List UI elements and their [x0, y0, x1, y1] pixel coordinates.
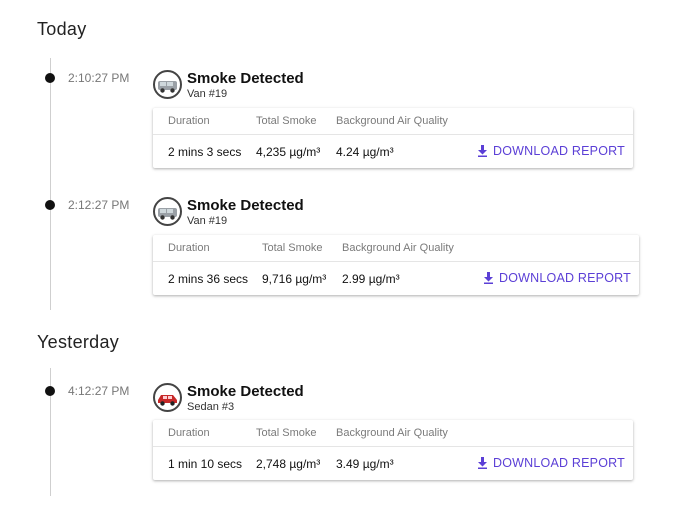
- van-icon: [153, 70, 182, 99]
- timeline-line: [50, 58, 51, 310]
- duration-header: Duration: [168, 427, 210, 439]
- vehicle-label: Van #19: [187, 215, 228, 227]
- download-icon: [478, 457, 487, 469]
- sedan-icon: [153, 383, 182, 412]
- background-air-quality-header: Background Air Quality: [336, 115, 448, 127]
- total-smoke-value: 2,748 µg/m³: [256, 457, 321, 471]
- event-header: Smoke Detected Van #19: [153, 70, 453, 104]
- event-time: 2:10:27 PM: [68, 71, 130, 85]
- download-report-button[interactable]: DOWNLOAD REPORT: [477, 141, 625, 161]
- download-report-button[interactable]: DOWNLOAD REPORT: [483, 268, 631, 288]
- background-air-quality-value: 2.99 µg/m³: [342, 272, 400, 286]
- event-title: Smoke Detected: [187, 70, 304, 87]
- background-air-quality-value: 4.24 µg/m³: [336, 145, 394, 159]
- section-title-today: Today: [37, 19, 87, 39]
- timeline-dot: [45, 386, 55, 396]
- total-smoke-header: Total Smoke: [256, 115, 317, 127]
- download-report-label: DOWNLOAD REPORT: [499, 271, 631, 285]
- duration-value: 2 mins 36 secs: [168, 272, 249, 286]
- event-header: Smoke Detected Van #19: [153, 197, 453, 231]
- event-time: 4:12:27 PM: [68, 384, 130, 398]
- total-smoke-value: 9,716 µg/m³: [262, 272, 327, 286]
- event-details-card: Duration Total Smoke Background Air Qual…: [153, 420, 633, 480]
- timeline-dot: [45, 73, 55, 83]
- duration-header: Duration: [168, 242, 210, 254]
- event-details-card: Duration Total Smoke Background Air Qual…: [153, 235, 639, 295]
- timeline-dot: [45, 200, 55, 210]
- total-smoke-header: Total Smoke: [262, 242, 323, 254]
- event-header: Smoke Detected Sedan #3: [153, 383, 453, 417]
- card-header-row: Duration Total Smoke Background Air Qual…: [153, 108, 633, 135]
- download-report-label: DOWNLOAD REPORT: [493, 144, 625, 158]
- duration-value: 1 min 10 secs: [168, 457, 243, 471]
- duration-value: 2 mins 3 secs: [168, 145, 242, 159]
- event-time: 2:12:27 PM: [68, 198, 130, 212]
- event-details-card: Duration Total Smoke Background Air Qual…: [153, 108, 633, 168]
- event-title: Smoke Detected: [187, 197, 304, 214]
- section-title-yesterday: Yesterday: [37, 332, 120, 352]
- download-report-button[interactable]: DOWNLOAD REPORT: [477, 453, 625, 473]
- background-air-quality-header: Background Air Quality: [342, 242, 454, 254]
- download-report-label: DOWNLOAD REPORT: [493, 456, 625, 470]
- total-smoke-header: Total Smoke: [256, 427, 317, 439]
- duration-header: Duration: [168, 115, 210, 127]
- card-header-row: Duration Total Smoke Background Air Qual…: [153, 420, 633, 447]
- vehicle-label: Van #19: [187, 88, 228, 100]
- total-smoke-value: 4,235 µg/m³: [256, 145, 321, 159]
- event-title: Smoke Detected: [187, 383, 304, 400]
- background-air-quality-value: 3.49 µg/m³: [336, 457, 394, 471]
- van-icon: [153, 197, 182, 226]
- card-header-row: Duration Total Smoke Background Air Qual…: [153, 235, 639, 262]
- download-icon: [478, 145, 487, 157]
- vehicle-label: Sedan #3: [187, 401, 235, 413]
- download-icon: [484, 272, 493, 284]
- background-air-quality-header: Background Air Quality: [336, 427, 448, 439]
